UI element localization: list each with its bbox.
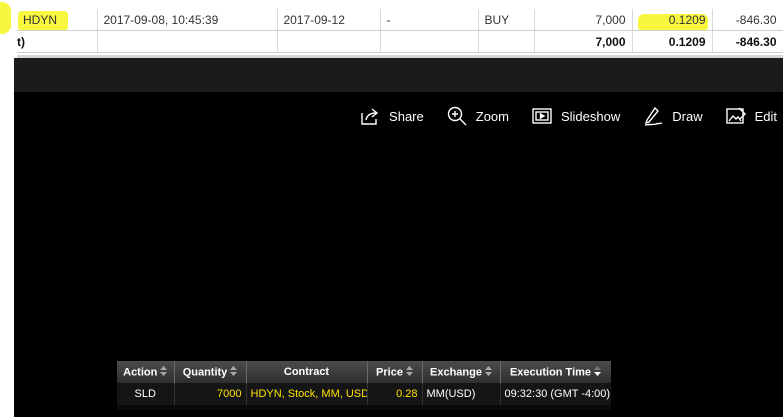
column-header-exchange[interactable]: Exchange [422,361,501,383]
execution-price: 0.28 [367,383,423,405]
sort-icon [484,365,492,379]
highlighter-mark [0,2,11,34]
execution-exchange: MM(USD) [422,383,501,405]
column-header-contract[interactable]: Contract [246,361,368,383]
trade-report-panel: HDYN 2017-09-08, 10:45:39 2017-09-12 - B… [0,0,783,58]
draw-label: Draw [672,108,703,124]
edit-label: Edit [754,108,777,124]
viewer-title-bar [14,58,783,92]
viewer-toolbar: Share Zoom Slideshow Draw Edit [359,102,783,130]
slideshow-button[interactable]: Slideshow [531,105,620,127]
column-header-action[interactable]: Action [117,361,175,383]
slideshow-icon [531,105,553,127]
trade-datetime: 2017-09-08, 10:45:39 [97,9,278,31]
execution-quantity: 7000 [174,383,247,405]
share-button[interactable]: Share [359,105,424,127]
column-header-price[interactable]: Price [367,361,423,383]
execution-action: SLD [117,383,175,405]
sort-desc-icon [594,365,602,379]
share-label: Share [389,108,424,124]
sort-icon [230,365,238,379]
trade-side: BUY [478,9,535,31]
header-label: Price [376,365,403,378]
trade-price: 0.1209 [632,9,713,31]
header-label: Execution Time [509,365,592,378]
edit-button[interactable]: Edit [725,105,777,127]
total-quantity: 7,000 [534,30,633,53]
edit-image-icon [725,105,747,127]
total-row: t) 7,000 0.1209 -846.30 [17,30,783,53]
total-label: t) [17,30,98,53]
left-margin [0,58,14,417]
zoom-label: Zoom [475,108,509,124]
header-label: Quantity [182,365,228,378]
column-header-quantity[interactable]: Quantity [174,361,247,383]
sort-icon [160,365,168,379]
sort-icon [405,365,413,379]
header-label: Action [123,365,158,378]
column-header-execution-time[interactable]: Execution Time [500,361,611,383]
slideshow-label: Slideshow [560,108,621,124]
draw-button[interactable]: Draw [642,105,703,127]
total-empty [380,30,479,53]
trade-symbol: HDYN [17,9,98,31]
trade-quantity: 7,000 [534,9,633,31]
executions-panel: Action Quantity Contract Price Exchange … [117,361,611,410]
executions-table: Action Quantity Contract Price Exchange … [117,361,611,405]
zoom-button[interactable]: Zoom [446,105,509,127]
trade-dash: - [380,9,479,31]
share-icon [359,105,381,127]
header-label: Contract [283,366,330,378]
total-amount: -846.30 [712,30,783,53]
zoom-icon [446,105,468,127]
total-empty [478,30,535,53]
total-empty [277,30,381,53]
header-label: Exchange [430,365,482,378]
trade-table: HDYN 2017-09-08, 10:45:39 2017-09-12 - B… [17,9,783,53]
trade-row[interactable]: HDYN 2017-09-08, 10:45:39 2017-09-12 - B… [17,9,783,31]
execution-time: 09:32:30 (GMT -4:00) [500,383,611,405]
trade-settle-date: 2017-09-12 [277,9,381,31]
total-empty [97,30,278,53]
execution-row[interactable]: SLD 7000 HDYN, Stock, MM, USD 0.28 MM(US… [117,383,611,405]
total-price: 0.1209 [632,30,713,53]
execution-contract: HDYN, Stock, MM, USD [246,383,368,405]
executions-header-row: Action Quantity Contract Price Exchange … [117,361,611,383]
trade-amount: -846.30 [712,9,783,31]
pen-icon [642,105,664,127]
